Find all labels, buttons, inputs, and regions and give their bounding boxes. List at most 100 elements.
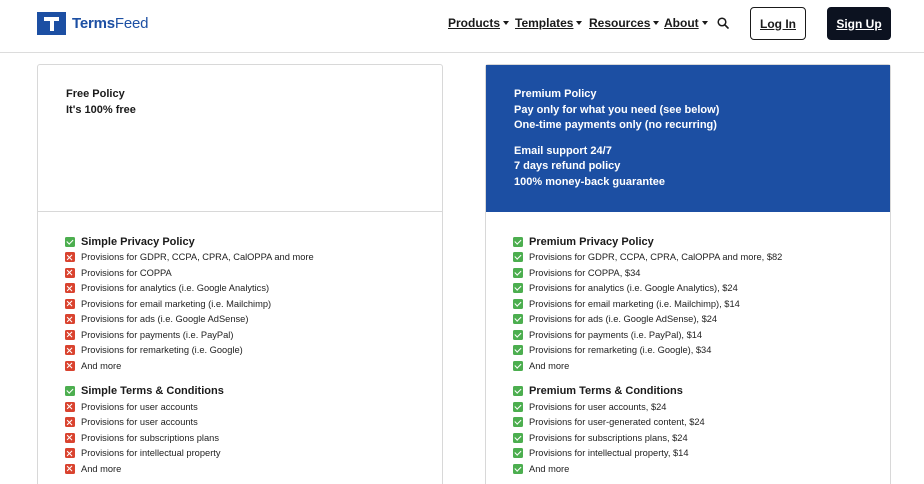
section-title-label: Premium Terms & Conditions [529,385,683,398]
feature-label: Provisions for GDPR, CCPA, CPRA, CalOPPA… [529,252,783,263]
check-icon [513,417,523,428]
feature-item: Provisions for email marketing (i.e. Mai… [513,296,890,312]
feature-item: Provisions for payments (i.e. PayPal), $… [513,327,890,343]
feature-item: Provisions for intellectual property, $1… [513,446,890,462]
section-title-label: Premium Privacy Policy [529,235,654,248]
signup-button[interactable]: Sign Up [827,7,891,40]
check-icon [513,329,523,340]
nav-about[interactable]: About [664,16,708,30]
feature-label: Provisions for subscriptions plans, $24 [529,432,688,443]
cross-icon [65,360,75,371]
cross-icon [65,314,75,325]
feature-label: And more [529,463,570,474]
logo-text: TermsFeed [72,15,149,32]
chevron-down-icon [653,21,660,25]
free-policy-card: Free Policy It's 100% free Simple Privac… [37,64,443,484]
nav-products[interactable]: Products [448,16,510,30]
feature-item: Provisions for payments (i.e. PayPal) [65,327,442,343]
check-icon [65,236,75,247]
plan-subtitle: It's 100% free [66,103,136,116]
feature-label: Provisions for COPPA, $34 [529,267,641,278]
cross-icon [65,345,75,356]
premium-policy-header: Premium Policy Pay only for what you nee… [486,65,890,212]
feature-item: Provisions for GDPR, CCPA, CPRA, CalOPPA… [513,250,890,266]
feature-label: Provisions for remarketing (i.e. Google) [81,345,243,356]
feature-item: And more [65,358,442,374]
cross-icon [65,401,75,412]
section-title: Premium Terms & Conditions [513,384,890,400]
feature-label: Provisions for subscriptions plans [81,432,219,443]
feature-item: And more [65,461,442,477]
feature-label: Provisions for user accounts [81,401,198,412]
nav-templates[interactable]: Templates [515,16,583,30]
check-icon [513,252,523,263]
feature-label: Provisions for remarketing (i.e. Google)… [529,345,712,356]
plan-title: Free Policy [66,88,125,100]
premium-features: Premium Privacy Policy Provisions for GDP… [486,212,890,477]
feature-item: Provisions for ads (i.e. Google AdSense) [65,312,442,328]
check-icon [513,267,523,278]
feature-label: And more [81,463,122,474]
feature-label: And more [529,360,570,371]
feature-item: Provisions for user accounts [65,399,442,415]
feature-label: Provisions for user-generated content, $… [529,417,705,428]
feature-label: And more [81,360,122,371]
feature-item: Provisions for user accounts [65,415,442,431]
feature-item: Provisions for intellectual property [65,446,442,462]
plan-line: 100% money-back guarantee [514,175,666,188]
cross-icon [65,448,75,459]
chevron-down-icon [576,21,583,25]
feature-label: Provisions for payments (i.e. PayPal) [81,329,234,340]
search-icon[interactable] [717,17,729,29]
feature-item: Provisions for remarketing (i.e. Google) [65,343,442,359]
chevron-down-icon [503,21,510,25]
section-title-label: Simple Terms & Conditions [81,385,224,398]
premium-policy-card: Premium Policy Pay only for what you nee… [485,64,891,484]
logo-icon [37,12,66,35]
feature-label: Provisions for COPPA [81,267,172,278]
check-icon [513,360,523,371]
cross-icon [65,283,75,294]
chevron-down-icon [701,21,708,25]
feature-label: Provisions for user accounts [81,417,198,428]
feature-item: Provisions for email marketing (i.e. Mai… [65,296,442,312]
feature-item: Provisions for COPPA, $34 [513,265,890,281]
feature-item: And more [513,358,890,374]
feature-label: Provisions for analytics (i.e. Google An… [81,283,270,294]
section-title: Premium Privacy Policy [513,234,890,250]
check-icon [513,298,523,309]
section-title: Simple Privacy Policy [65,234,442,250]
feature-label: Provisions for payments (i.e. PayPal), $… [529,329,703,340]
check-icon [513,345,523,356]
section-title: Simple Terms & Conditions [65,384,442,400]
feature-item: Provisions for user accounts, $24 [513,399,890,415]
check-icon [513,448,523,459]
check-icon [513,283,523,294]
cross-icon [65,298,75,309]
nav-resources[interactable]: Resources [589,16,660,30]
cross-icon [65,252,75,263]
feature-label: Provisions for email marketing (i.e. Mai… [81,298,272,309]
feature-label: Provisions for ads (i.e. Google AdSense) [81,314,249,325]
check-icon [65,386,75,397]
feature-label: Provisions for user accounts, $24 [529,401,667,412]
feature-item: Provisions for GDPR, CCPA, CPRA, CalOPPA… [65,250,442,266]
cross-icon [65,329,75,340]
feature-item: Provisions for analytics (i.e. Google An… [513,281,890,297]
check-icon [513,432,523,443]
feature-label: Provisions for analytics (i.e. Google An… [529,283,738,294]
check-icon [513,236,523,247]
feature-item: Provisions for subscriptions plans [65,430,442,446]
feature-item: Provisions for ads (i.e. Google AdSense)… [513,312,890,328]
login-button[interactable]: Log In [750,7,806,40]
feature-item: Provisions for subscriptions plans, $24 [513,430,890,446]
check-icon [513,401,523,412]
feature-item: Provisions for COPPA [65,265,442,281]
feature-label: Provisions for intellectual property [81,448,221,459]
feature-item: Provisions for remarketing (i.e. Google)… [513,343,890,359]
check-icon [513,463,523,474]
free-policy-header: Free Policy It's 100% free [38,65,442,212]
termsfeed-logo[interactable]: TermsFeed [37,12,149,35]
feature-item: And more [513,461,890,477]
feature-label: Provisions for ads (i.e. Google AdSense)… [529,314,718,325]
